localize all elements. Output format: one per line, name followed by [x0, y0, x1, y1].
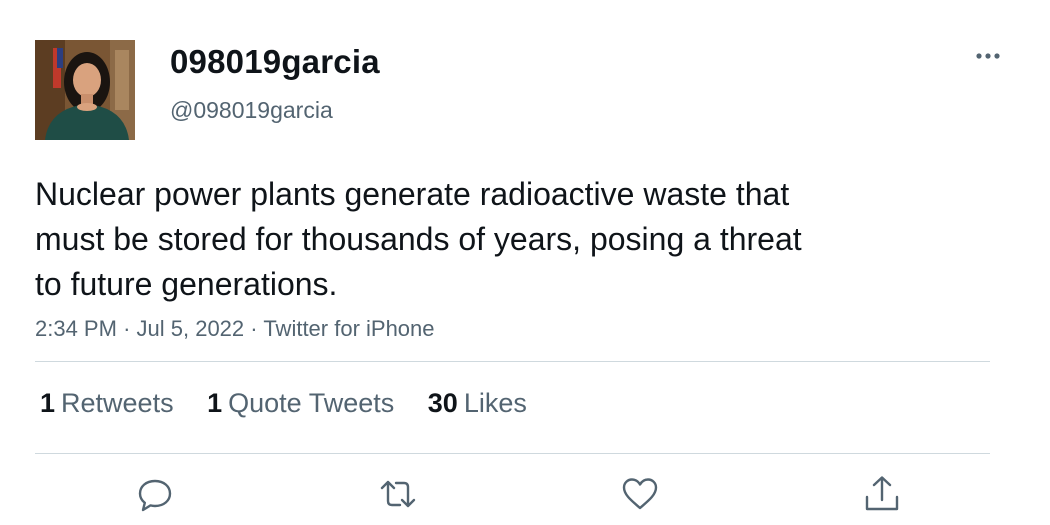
- retweets-stat[interactable]: 1 Retweets: [40, 388, 174, 419]
- tweet-text-line: to future generations.: [35, 266, 338, 302]
- retweets-count: 1: [40, 388, 56, 418]
- divider: [35, 453, 990, 454]
- quote-tweets-stat[interactable]: 1 Quote Tweets: [207, 388, 394, 419]
- likes-count: 30: [427, 388, 458, 418]
- reply-icon: [138, 479, 172, 512]
- reply-button[interactable]: [135, 474, 175, 514]
- engagement-stats: 1 Retweets 1 Quote Tweets 30 Likes: [40, 388, 553, 419]
- meta-separator: ·: [250, 316, 258, 341]
- divider: [35, 361, 990, 362]
- tweet-text-line: must be stored for thousands of years, p…: [35, 221, 802, 257]
- tweet-source[interactable]: Twitter for iPhone: [263, 316, 434, 341]
- meta-separator: ·: [123, 316, 131, 341]
- tweet-text-line: Nuclear power plants generate radioactiv…: [35, 176, 790, 212]
- likes-label: Likes: [463, 388, 527, 418]
- like-icon: [622, 478, 658, 510]
- retweet-button[interactable]: [378, 474, 418, 514]
- likes-stat[interactable]: 30 Likes: [428, 388, 527, 419]
- tweet-meta: 2:34 PM · Jul 5, 2022 · Twitter for iPho…: [35, 316, 435, 342]
- share-icon: [865, 476, 899, 511]
- tweet-card: 098019garcia @098019garcia Nuclear power…: [0, 0, 1050, 525]
- display-name[interactable]: 098019garcia: [170, 43, 380, 81]
- quote-tweets-count: 1: [207, 388, 223, 418]
- quote-tweets-label: Quote Tweets: [228, 388, 395, 418]
- more-options-icon[interactable]: [970, 43, 1006, 69]
- tweet-date[interactable]: Jul 5, 2022: [137, 316, 245, 341]
- tweet-text: Nuclear power plants generate radioactiv…: [35, 172, 935, 307]
- retweet-icon: [380, 480, 416, 508]
- share-button[interactable]: [862, 474, 902, 514]
- like-button[interactable]: [620, 474, 660, 514]
- avatar[interactable]: [35, 40, 135, 140]
- user-handle[interactable]: @098019garcia: [170, 97, 333, 124]
- retweets-label: Retweets: [61, 388, 174, 418]
- profile-photo: [35, 40, 135, 140]
- tweet-time[interactable]: 2:34 PM: [35, 316, 117, 341]
